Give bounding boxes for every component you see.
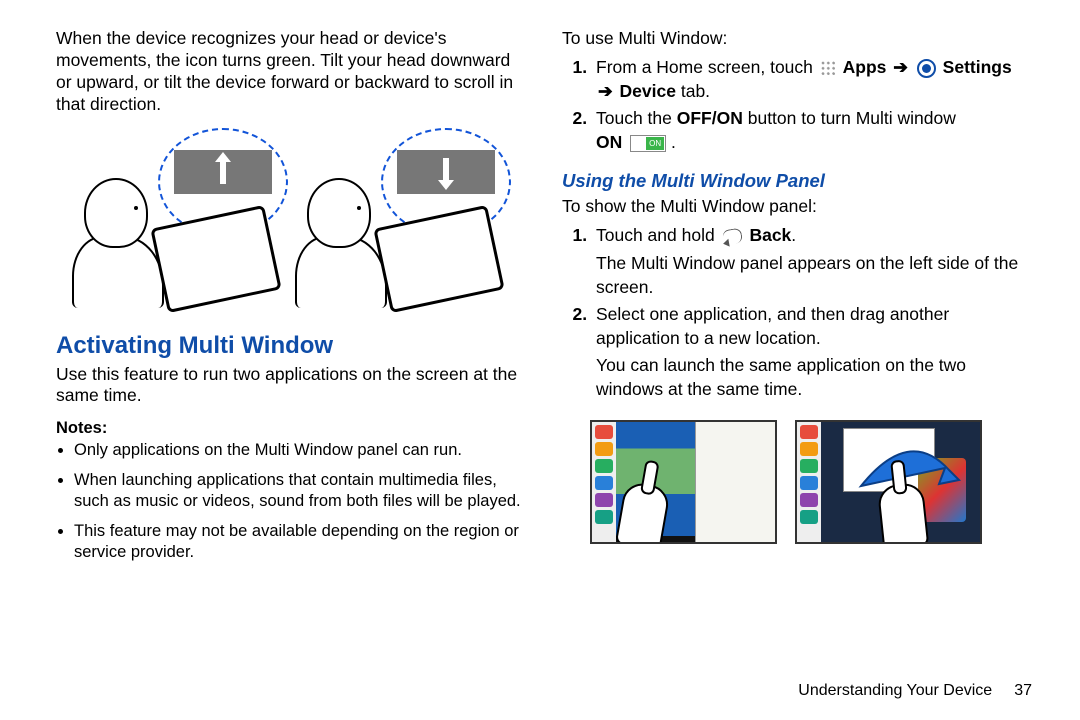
step-text: From a Home screen, touch bbox=[596, 57, 818, 77]
left-column: When the device recognizes your head or … bbox=[56, 28, 552, 700]
tablet-icon bbox=[150, 204, 281, 312]
tilt-illustration bbox=[56, 132, 526, 312]
arrow-down-icon bbox=[443, 158, 449, 184]
note-item: This feature may not be available depend… bbox=[74, 521, 526, 564]
device-label: Device bbox=[620, 81, 676, 101]
step-text: button to turn Multi window bbox=[748, 108, 956, 128]
tilt-up-figure bbox=[72, 132, 287, 312]
arrow-up-icon bbox=[220, 158, 226, 184]
step-text: Select one application, and then drag an… bbox=[596, 304, 949, 348]
tilt-down-figure bbox=[295, 132, 510, 312]
manual-page: When the device recognizes your head or … bbox=[0, 0, 1080, 720]
step-text: Touch the bbox=[596, 108, 677, 128]
tablet-icon bbox=[373, 204, 504, 312]
multiwindow-screenshots bbox=[590, 420, 1032, 544]
tilt-intro-paragraph: When the device recognizes your head or … bbox=[56, 28, 526, 116]
use-intro: To use Multi Window: bbox=[562, 28, 1032, 50]
show-intro: To show the Multi Window panel: bbox=[562, 196, 1032, 218]
step-text: tab. bbox=[676, 81, 710, 101]
apps-grid-icon bbox=[820, 60, 836, 76]
screen-icon bbox=[397, 150, 495, 194]
step-text: Touch and hold bbox=[596, 225, 720, 245]
back-icon bbox=[721, 228, 742, 246]
notes-list: Only applications on the Multi Window pa… bbox=[56, 440, 526, 571]
screenshot-drag-app bbox=[795, 420, 982, 544]
on-label: ON bbox=[596, 132, 622, 152]
use-steps: From a Home screen, touch Apps ➔ Setting… bbox=[562, 56, 1032, 159]
person-head-icon bbox=[307, 178, 371, 248]
arrow-right-icon: ➔ bbox=[891, 57, 910, 77]
arrow-right-icon: ➔ bbox=[596, 81, 615, 101]
right-column: To use Multi Window: From a Home screen,… bbox=[552, 28, 1032, 700]
app-tray-icon bbox=[592, 422, 616, 542]
activating-desc: Use this feature to run two applications… bbox=[56, 364, 526, 408]
settings-gear-icon bbox=[917, 59, 936, 78]
panel-step-1: Touch and hold Back. The Multi Window pa… bbox=[592, 224, 1032, 299]
back-label: Back bbox=[749, 225, 791, 245]
footer-section: Understanding Your Device bbox=[798, 682, 992, 700]
step-result: You can launch the same application on t… bbox=[596, 355, 966, 399]
step-text: . bbox=[791, 225, 796, 245]
on-toggle-text: ON bbox=[646, 137, 664, 150]
settings-label: Settings bbox=[943, 57, 1012, 77]
panel-subheading: Using the Multi Window Panel bbox=[562, 170, 1032, 192]
notes-label: Notes: bbox=[56, 419, 526, 438]
page-footer: Understanding Your Device 37 bbox=[562, 672, 1032, 700]
use-step-2: Touch the OFF/ON button to turn Multi wi… bbox=[592, 107, 1032, 154]
screenshot-open-panel bbox=[590, 420, 777, 544]
note-item: Only applications on the Multi Window pa… bbox=[74, 440, 526, 461]
apps-label: Apps bbox=[843, 57, 887, 77]
person-head-icon bbox=[84, 178, 148, 248]
note-item: When launching applications that contain… bbox=[74, 470, 526, 513]
offon-label: OFF/ON bbox=[677, 108, 743, 128]
activating-heading: Activating Multi Window bbox=[56, 332, 526, 360]
panel-steps: Touch and hold Back. The Multi Window pa… bbox=[562, 224, 1032, 405]
use-step-1: From a Home screen, touch Apps ➔ Setting… bbox=[592, 56, 1032, 103]
app-tray-icon bbox=[797, 422, 821, 542]
step-result: The Multi Window panel appears on the le… bbox=[596, 253, 1018, 297]
screen-icon bbox=[174, 150, 272, 194]
panel-step-2: Select one application, and then drag an… bbox=[592, 303, 1032, 402]
on-toggle-icon: ON bbox=[630, 135, 666, 152]
page-number: 37 bbox=[1014, 682, 1032, 700]
